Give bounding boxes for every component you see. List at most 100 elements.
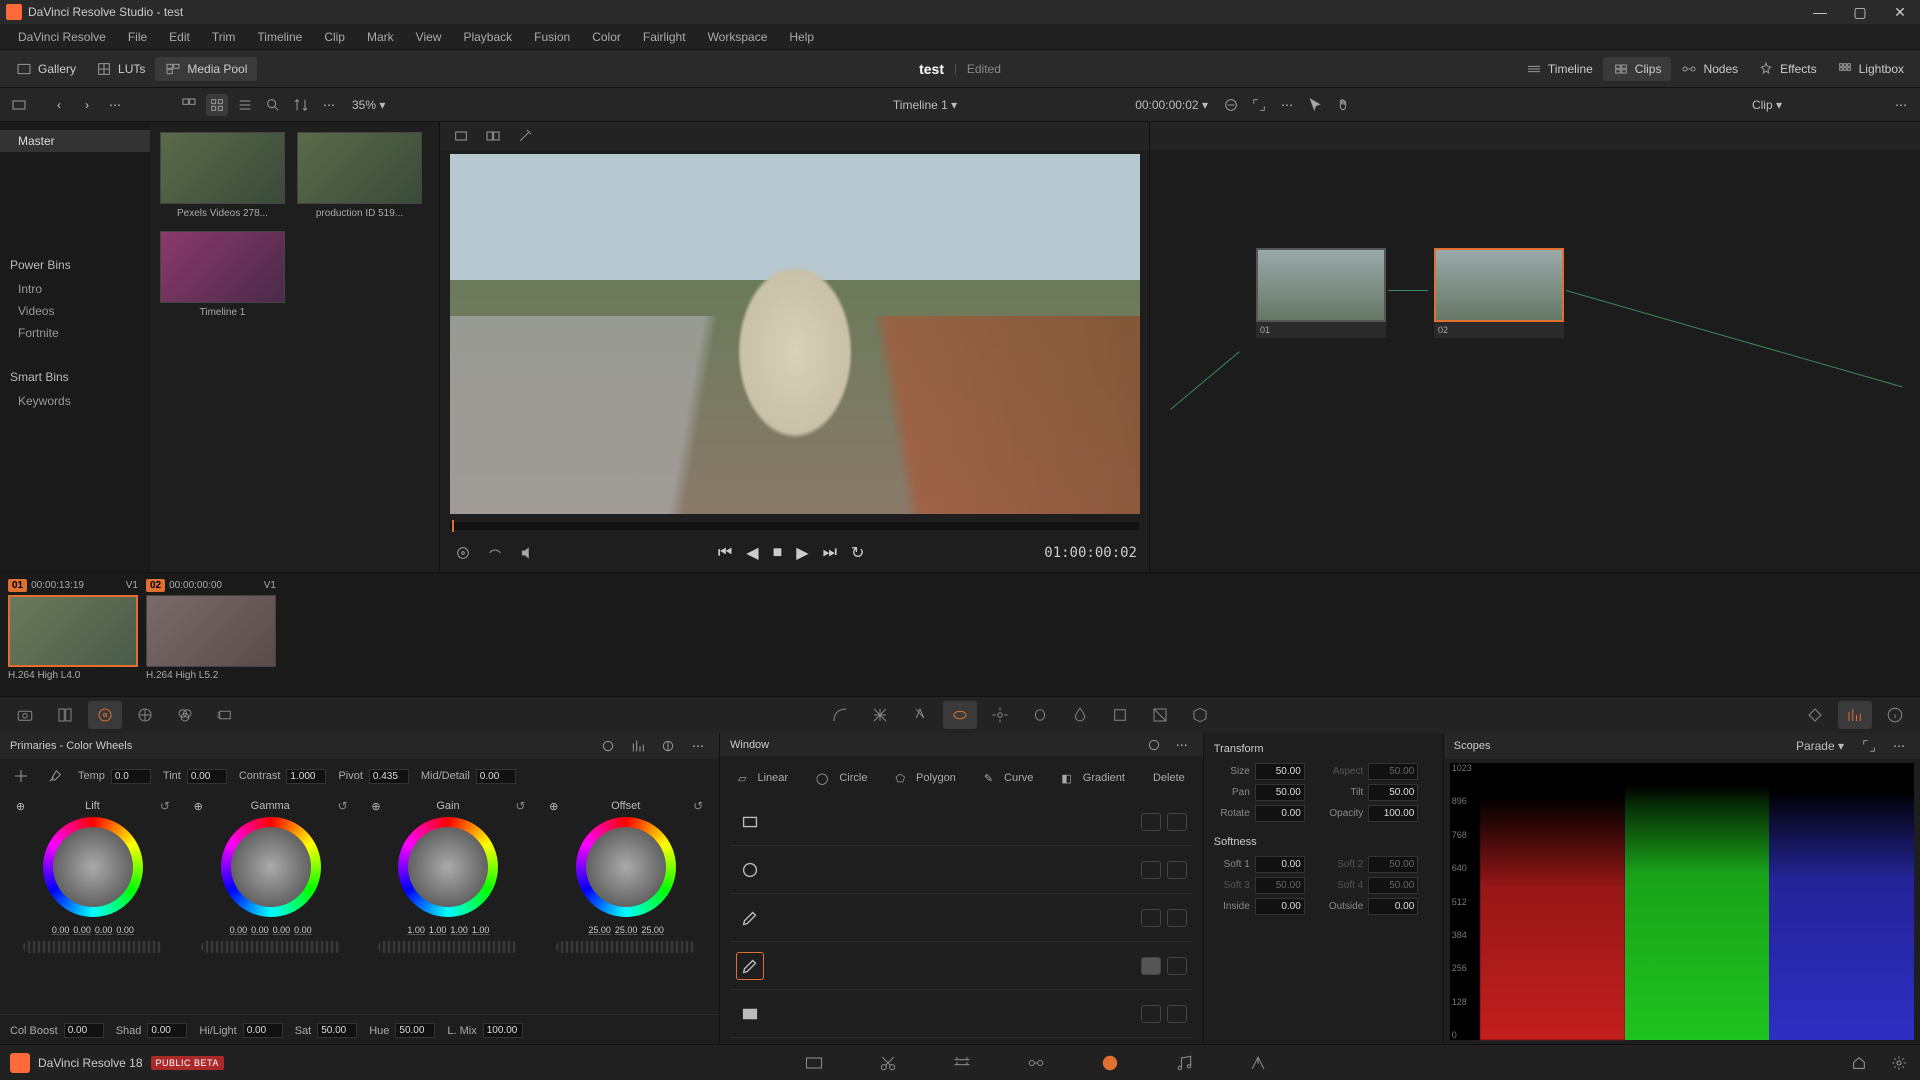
add-linear-button[interactable]: ▱ Linear bbox=[730, 766, 804, 790]
next-clip-button[interactable]: ⏭ bbox=[823, 543, 837, 563]
loop-button[interactable]: ↻ bbox=[851, 543, 864, 563]
play-button[interactable]: ▶ bbox=[796, 543, 808, 563]
tab-tracker[interactable] bbox=[983, 701, 1017, 729]
tab-color-match[interactable] bbox=[48, 701, 82, 729]
menu-view[interactable]: View bbox=[406, 26, 452, 48]
nav-back-icon[interactable]: ‹ bbox=[48, 94, 70, 116]
menu-clip[interactable]: Clip bbox=[314, 26, 355, 48]
page-edit[interactable] bbox=[950, 1051, 974, 1075]
menu-file[interactable]: File bbox=[118, 26, 157, 48]
step-back-button[interactable]: ◀ bbox=[746, 543, 758, 563]
tab-qualifier[interactable] bbox=[903, 701, 937, 729]
luts-button[interactable]: LUTs bbox=[86, 57, 155, 81]
hilight-field[interactable] bbox=[243, 1023, 283, 1038]
menu-fairlight[interactable]: Fairlight bbox=[633, 26, 696, 48]
viewer-options-icon[interactable]: ⋯ bbox=[1276, 94, 1298, 116]
shape-circle[interactable] bbox=[730, 846, 1193, 894]
colboost-field[interactable] bbox=[64, 1023, 104, 1038]
tab-window[interactable] bbox=[943, 701, 977, 729]
reset-icon[interactable]: ↺ bbox=[338, 799, 348, 813]
viewer-scrubber[interactable] bbox=[450, 522, 1139, 530]
node-mode[interactable]: Clip ▾ bbox=[1746, 96, 1788, 114]
contrast-field[interactable] bbox=[286, 769, 326, 784]
highlight-icon[interactable] bbox=[450, 125, 472, 147]
menu-timeline[interactable]: Timeline bbox=[247, 26, 312, 48]
tab-info[interactable] bbox=[1878, 701, 1912, 729]
viewer-timecode[interactable]: 00:00:00:02 ▾ bbox=[1129, 96, 1214, 114]
middetail-field[interactable] bbox=[476, 769, 516, 784]
minimize-button[interactable]: — bbox=[1800, 0, 1840, 24]
reset-icon[interactable]: ↺ bbox=[515, 799, 525, 813]
tab-color-wheels[interactable] bbox=[88, 701, 122, 729]
tint-field[interactable] bbox=[187, 769, 227, 784]
nodes-button[interactable]: Nodes bbox=[1671, 57, 1748, 81]
wand-icon[interactable] bbox=[514, 125, 536, 147]
soft3-field[interactable] bbox=[1255, 877, 1305, 894]
split-icon[interactable] bbox=[482, 125, 504, 147]
gallery-button[interactable]: Gallery bbox=[6, 57, 86, 81]
delete-window-button[interactable]: Delete bbox=[1145, 769, 1193, 787]
effects-button[interactable]: Effects bbox=[1748, 57, 1826, 81]
outside-field[interactable] bbox=[1368, 898, 1418, 915]
auto-balance-icon[interactable] bbox=[10, 765, 32, 787]
size-field[interactable] bbox=[1255, 763, 1305, 780]
gamma-wheel[interactable]: ⊕Gamma↺ 0.000.000.000.00 bbox=[186, 799, 356, 1008]
shape-pen[interactable] bbox=[730, 894, 1193, 942]
page-fairlight[interactable] bbox=[1172, 1051, 1196, 1075]
opacity-field[interactable] bbox=[1368, 805, 1418, 822]
close-button[interactable]: ✕ bbox=[1880, 0, 1920, 24]
list-view-icon[interactable] bbox=[234, 94, 256, 116]
clips-button[interactable]: Clips bbox=[1603, 57, 1672, 81]
strip-clip-02[interactable]: 0200:00:00:00V1 H.264 High L5.2 bbox=[146, 579, 276, 681]
aspect-field[interactable] bbox=[1368, 763, 1418, 780]
tab-keyframes[interactable] bbox=[1798, 701, 1832, 729]
shad-field[interactable] bbox=[147, 1023, 187, 1038]
node-01[interactable]: 01 bbox=[1256, 248, 1386, 338]
lightbox-button[interactable]: Lightbox bbox=[1827, 57, 1914, 81]
tab-sizing[interactable] bbox=[1143, 701, 1177, 729]
pan-field[interactable] bbox=[1255, 784, 1305, 801]
tab-3d[interactable] bbox=[1183, 701, 1217, 729]
bin-intro[interactable]: Intro bbox=[0, 278, 150, 300]
window-presets-icon[interactable] bbox=[1143, 734, 1165, 756]
picker-icon[interactable] bbox=[44, 765, 66, 787]
inside-field[interactable] bbox=[1255, 898, 1305, 915]
add-polygon-button[interactable]: ⬠ Polygon bbox=[887, 766, 971, 790]
reset-icon[interactable]: ↺ bbox=[160, 799, 170, 813]
rotate-field[interactable] bbox=[1255, 805, 1305, 822]
node-options-icon[interactable]: ⋯ bbox=[1890, 94, 1912, 116]
tab-rgb-mixer[interactable] bbox=[168, 701, 202, 729]
add-gradient-button[interactable]: ◧ Gradient bbox=[1053, 766, 1141, 790]
lmix-field[interactable] bbox=[483, 1023, 523, 1038]
nav-fwd-icon[interactable]: › bbox=[76, 94, 98, 116]
shape-rect[interactable] bbox=[730, 798, 1193, 846]
bin-view-icon[interactable] bbox=[8, 94, 30, 116]
offset-jog[interactable] bbox=[556, 941, 696, 953]
menu-workspace[interactable]: Workspace bbox=[698, 26, 778, 48]
scopes-mode[interactable]: Parade ▾ bbox=[1790, 737, 1850, 755]
master-bin[interactable]: Master bbox=[0, 130, 150, 152]
bypass-icon[interactable] bbox=[1220, 94, 1242, 116]
mediapool-button[interactable]: Media Pool bbox=[155, 57, 257, 81]
scopes-options-icon[interactable]: ⋯ bbox=[1888, 735, 1910, 757]
page-deliver[interactable] bbox=[1246, 1051, 1270, 1075]
bin-fortnite[interactable]: Fortnite bbox=[0, 322, 150, 344]
menu-color[interactable]: Color bbox=[582, 26, 631, 48]
timeline-button[interactable]: Timeline bbox=[1516, 57, 1603, 81]
thumb-view-icon[interactable] bbox=[178, 94, 200, 116]
tab-curves[interactable] bbox=[823, 701, 857, 729]
primaries-options-icon[interactable]: ⋯ bbox=[687, 735, 709, 757]
scopes-expand-icon[interactable] bbox=[1858, 735, 1880, 757]
shape-gradient[interactable] bbox=[730, 990, 1193, 1038]
timeline-selector[interactable]: Timeline 1 ▾ bbox=[887, 96, 963, 114]
log-mode-icon[interactable] bbox=[657, 735, 679, 757]
stop-button[interactable]: ■ bbox=[773, 543, 783, 563]
gain-jog[interactable] bbox=[378, 941, 518, 953]
menu-mark[interactable]: Mark bbox=[357, 26, 404, 48]
node-02[interactable]: 02 bbox=[1434, 248, 1564, 338]
lift-wheel[interactable]: ⊕Lift↺ 0.000.000.000.00 bbox=[8, 799, 178, 1008]
window-options-icon[interactable]: ⋯ bbox=[1171, 734, 1193, 756]
bin-videos[interactable]: Videos bbox=[0, 300, 150, 322]
tab-key[interactable] bbox=[1103, 701, 1137, 729]
soft1-field[interactable] bbox=[1255, 856, 1305, 873]
